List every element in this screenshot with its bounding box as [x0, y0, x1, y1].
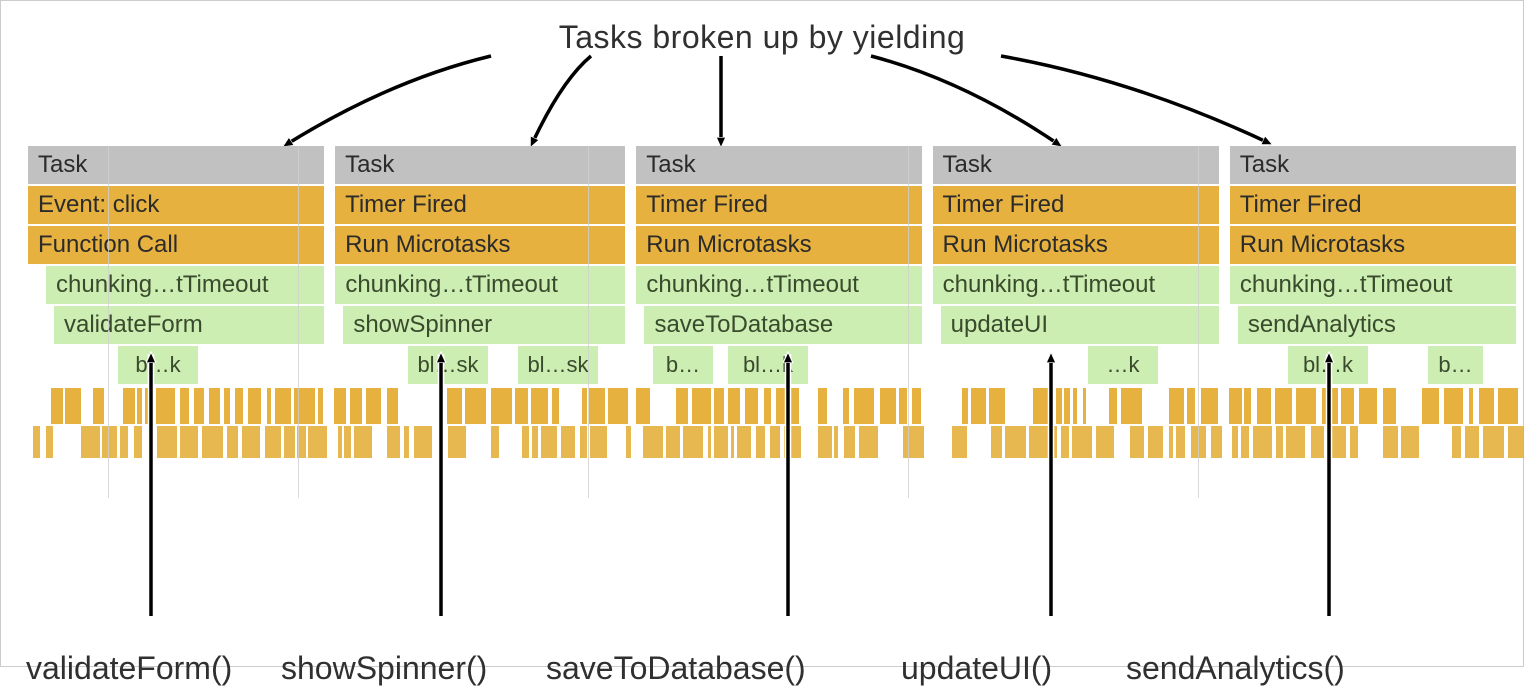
- flame-cell-task-3[interactable]: Task: [933, 146, 1220, 184]
- flame-micro-3[interactable]: b…: [653, 346, 713, 384]
- flame-cell-chunk-4[interactable]: chunking…tTimeout: [1230, 266, 1517, 304]
- top-arrow-0: [284, 56, 491, 146]
- flame-cell-task-4[interactable]: Task: [1230, 146, 1517, 184]
- flame-cell-evt-4[interactable]: Timer Fired: [1230, 186, 1517, 224]
- flame-cell-fn-1[interactable]: showSpinner: [343, 306, 626, 344]
- flame-cell-evt-0[interactable]: Event: click: [28, 186, 325, 224]
- flame-cell-fn-3[interactable]: updateUI: [941, 306, 1220, 344]
- flame-micro-5[interactable]: …k: [1088, 346, 1158, 384]
- flame-cell-chunk-2[interactable]: chunking…tTimeout: [636, 266, 922, 304]
- top-arrow-3: [871, 56, 1061, 146]
- footer-label-2: saveToDatabase(): [546, 650, 806, 687]
- flame-cell-micro-2[interactable]: Run Microtasks: [636, 226, 922, 264]
- flame-micro-7[interactable]: b…: [1428, 346, 1483, 384]
- flame-micro-4[interactable]: bl…k: [728, 346, 808, 384]
- footer-label-1: showSpinner(): [281, 650, 487, 687]
- flame-cell-micro-1[interactable]: Run Microtasks: [335, 226, 626, 264]
- flame-cell-task-0[interactable]: Task: [28, 146, 325, 184]
- profiler-flame-chart: Task Task Task Task Task Event: click Timer F…: [28, 146, 1517, 462]
- footer-label-4: sendAnalytics(): [1126, 650, 1345, 687]
- flame-cell-chunk-1[interactable]: chunking…tTimeout: [335, 266, 626, 304]
- flame-micro-2[interactable]: bl…sk: [518, 346, 598, 384]
- flame-cell-fn-2[interactable]: saveToDatabase: [644, 306, 922, 344]
- top-arrow-3: [871, 56, 1061, 146]
- footer-label-0: validateForm(): [26, 650, 232, 687]
- footer-label-3: updateUI(): [901, 650, 1052, 687]
- top-arrow-1: [531, 56, 591, 146]
- flame-cell-chunk-3[interactable]: chunking…tTimeout: [933, 266, 1220, 304]
- flame-cell-micro-0[interactable]: Function Call: [28, 226, 325, 264]
- flame-cell-micro-4[interactable]: Run Microtasks: [1230, 226, 1517, 264]
- flame-cell-micro-3[interactable]: Run Microtasks: [933, 226, 1220, 264]
- flame-cell-task-2[interactable]: Task: [636, 146, 922, 184]
- flame-micro-0[interactable]: b…k: [118, 346, 198, 384]
- flame-micro-6[interactable]: bl…k: [1288, 346, 1368, 384]
- flame-cell-fn-4[interactable]: sendAnalytics: [1238, 306, 1517, 344]
- flame-cell-chunk-0[interactable]: chunking…tTimeout: [46, 266, 325, 304]
- flame-cell-task-1[interactable]: Task: [335, 146, 626, 184]
- flame-cell-evt-1[interactable]: Timer Fired: [335, 186, 626, 224]
- flame-cell-evt-2[interactable]: Timer Fired: [636, 186, 922, 224]
- flame-micro-1[interactable]: bl…sk: [408, 346, 488, 384]
- top-arrow-0: [284, 56, 491, 146]
- flame-cell-fn-0[interactable]: validateForm: [54, 306, 325, 344]
- flame-cell-evt-3[interactable]: Timer Fired: [933, 186, 1220, 224]
